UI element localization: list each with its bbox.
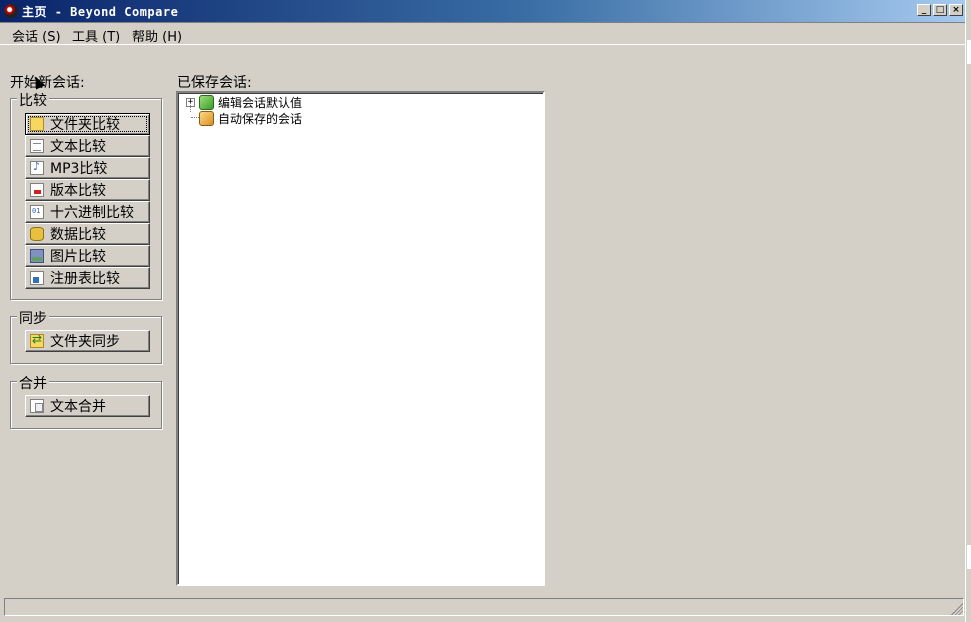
picture-compare-label: 图片比较 [50,249,106,265]
sync-icon [30,332,44,348]
minimize-button[interactable]: _ [917,4,931,16]
tree-item-label: 自动保存的会话 [218,111,303,126]
database-icon [30,227,44,241]
caption-buttons: _ □ × [915,4,963,16]
folder-compare-button[interactable]: 文件夹比较 [25,113,150,135]
data-compare-button[interactable]: 数据比较 [25,223,150,245]
picture-compare-button[interactable]: 图片比较 [25,245,150,267]
saved-sessions-heading: 已保存会话: [177,75,252,91]
merge-icon [30,399,44,413]
version-icon [30,183,44,197]
tree-item-edit-defaults[interactable]: + 编辑会话默认值 [186,94,302,110]
new-session-heading: 开始新会话: [10,75,85,91]
folder-icon [30,117,44,131]
registry-compare-button[interactable]: 注册表比较 [25,267,150,289]
menu-session[interactable]: 会话 (S) [12,26,61,45]
mp3-compare-label: MP3比较 [50,161,108,177]
text-compare-label: 文本比较 [50,139,106,155]
menu-tools[interactable]: 工具 (T) [72,26,120,45]
saved-sessions-tree[interactable]: + 编辑会话默认值 自动保存的会话 [176,91,545,586]
tree-item-label: 编辑会话默认值 [218,95,303,110]
registry-icon [30,271,44,285]
compare-group: 比较 文件夹比较 文本比较 MP3比较 版本比较 十六进制比较 数据比较 图片比… [10,90,162,300]
status-bar [4,598,964,616]
hex-icon [30,205,44,219]
version-compare-label: 版本比较 [50,183,106,199]
text-merge-button[interactable]: 文本合并 [25,395,150,417]
folder-sync-label: 文件夹同步 [50,334,120,350]
window-edge [965,0,971,622]
resize-grip-icon[interactable] [951,603,963,615]
data-compare-label: 数据比较 [50,227,106,243]
registry-compare-label: 注册表比较 [50,271,120,287]
close-button[interactable]: × [949,4,963,16]
text-merge-label: 文本合并 [50,399,106,415]
merge-group: 合并 文本合并 [10,373,162,429]
hex-compare-label: 十六进制比较 [50,205,134,221]
title-bar[interactable]: 主页 - Beyond Compare _ □ × [0,0,965,22]
folder-compare-label: 文件夹比较 [50,117,120,133]
mp3-compare-button[interactable]: MP3比较 [25,157,150,179]
compare-group-title: 比较 [17,90,49,110]
menu-bar: 会话 (S) 工具 (T) 帮助 (H) [0,22,965,45]
picture-icon [30,249,44,263]
text-doc-icon [30,139,44,153]
app-icon[interactable] [4,4,18,18]
merge-group-title: 合并 [17,373,49,393]
version-compare-button[interactable]: 版本比较 [25,179,150,201]
hex-compare-button[interactable]: 十六进制比较 [25,201,150,223]
tree-connector [190,103,191,112]
window-title: 主页 - Beyond Compare [22,5,179,19]
green-cube-icon [199,94,214,110]
orange-cube-icon [199,110,214,126]
maximize-button[interactable]: □ [933,4,947,16]
tree-connector [191,117,199,118]
mp3-icon [30,160,44,175]
tree-item-autosaved[interactable]: 自动保存的会话 [199,110,302,126]
text-compare-button[interactable]: 文本比较 [25,135,150,157]
sync-group-title: 同步 [17,308,49,328]
folder-sync-button[interactable]: 文件夹同步 [25,330,150,352]
menu-help[interactable]: 帮助 (H) [132,26,182,45]
sync-group: 同步 文件夹同步 [10,308,162,364]
